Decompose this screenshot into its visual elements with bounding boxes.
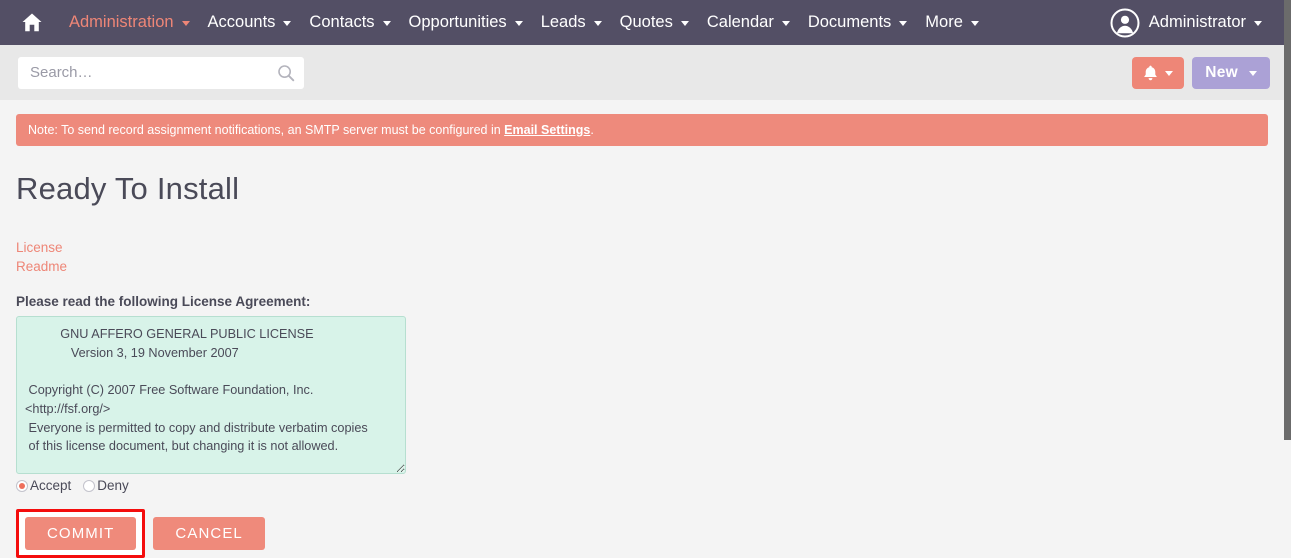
action-button-row: COMMIT CANCEL bbox=[16, 509, 1284, 558]
chevron-down-icon bbox=[593, 21, 602, 26]
nav-item-documents[interactable]: Documents bbox=[799, 0, 916, 45]
nav-item-label: Calendar bbox=[706, 13, 774, 31]
license-agreement-textarea[interactable] bbox=[16, 316, 406, 474]
notifications-button[interactable] bbox=[1132, 56, 1185, 89]
chevron-down-icon bbox=[680, 21, 689, 26]
nav-item-contacts[interactable]: Contacts bbox=[300, 0, 399, 45]
alert-text-after: . bbox=[590, 123, 594, 137]
nav-item-label: Quotes bbox=[619, 13, 673, 31]
chevron-down-icon bbox=[1165, 71, 1174, 76]
chevron-down-icon bbox=[283, 21, 292, 26]
new-button[interactable]: New bbox=[1192, 56, 1270, 89]
deny-radio[interactable] bbox=[83, 479, 96, 492]
nav-item-list: Administration Accounts Contacts Opportu… bbox=[60, 0, 1110, 45]
nav-item-label: Administration bbox=[69, 13, 174, 31]
user-menu-label: Administrator bbox=[1148, 13, 1246, 31]
user-menu[interactable]: Administrator bbox=[1110, 0, 1284, 45]
nav-item-label: Leads bbox=[540, 13, 586, 31]
nav-item-leads[interactable]: Leads bbox=[532, 0, 611, 45]
accept-radio[interactable] bbox=[16, 479, 28, 492]
avatar-icon bbox=[1110, 8, 1140, 37]
nav-item-quotes[interactable]: Quotes bbox=[611, 0, 698, 45]
search-input[interactable] bbox=[18, 56, 304, 89]
deny-radio-option[interactable]: Deny bbox=[83, 478, 129, 493]
accept-radio-option[interactable]: Accept bbox=[16, 478, 71, 493]
nav-item-label: Opportunities bbox=[408, 13, 507, 31]
license-link[interactable]: License bbox=[16, 238, 1284, 257]
license-decision-radio-group: Accept Deny bbox=[16, 478, 1284, 493]
commit-button-highlight: COMMIT bbox=[16, 509, 146, 558]
nav-item-calendar[interactable]: Calendar bbox=[698, 0, 799, 45]
chevron-down-icon bbox=[899, 21, 908, 26]
alert-text-before: Note: To send record assignment notifica… bbox=[28, 123, 505, 137]
search-toolbar: New bbox=[0, 45, 1284, 100]
cancel-button[interactable]: CANCEL bbox=[153, 517, 265, 550]
chevron-down-icon bbox=[181, 21, 190, 26]
nav-item-label: More bbox=[925, 13, 963, 31]
doc-link-list: License Readme bbox=[16, 238, 1284, 276]
deny-radio-label: Deny bbox=[97, 478, 129, 493]
readme-link[interactable]: Readme bbox=[16, 257, 1284, 276]
nav-item-label: Documents bbox=[807, 13, 892, 31]
chevron-down-icon bbox=[514, 21, 523, 26]
chevron-down-icon bbox=[781, 21, 790, 26]
nav-item-administration[interactable]: Administration bbox=[60, 0, 199, 45]
nav-item-accounts[interactable]: Accounts bbox=[199, 0, 301, 45]
top-navbar: Administration Accounts Contacts Opportu… bbox=[0, 0, 1284, 45]
nav-item-label: Accounts bbox=[207, 13, 276, 31]
chevron-down-icon bbox=[1249, 71, 1257, 76]
email-settings-link[interactable]: Email Settings bbox=[504, 123, 590, 137]
home-icon[interactable] bbox=[14, 0, 50, 45]
nav-item-label: Contacts bbox=[309, 13, 375, 31]
main-content: Note: To send record assignment notifica… bbox=[0, 114, 1284, 558]
page-title: Ready To Install bbox=[16, 171, 240, 206]
toolbar-actions: New bbox=[1132, 56, 1270, 89]
page-scrollbar-thumb[interactable] bbox=[1284, 0, 1291, 440]
nav-item-more[interactable]: More bbox=[916, 0, 988, 45]
search-box bbox=[18, 56, 304, 89]
new-button-label: New bbox=[1205, 63, 1238, 81]
nav-item-opportunities[interactable]: Opportunities bbox=[400, 0, 532, 45]
smtp-alert-banner: Note: To send record assignment notifica… bbox=[16, 114, 1268, 146]
commit-button[interactable]: COMMIT bbox=[25, 517, 137, 550]
chevron-down-icon bbox=[970, 21, 979, 26]
chevron-down-icon bbox=[1254, 21, 1262, 26]
license-agreement-label: Please read the following License Agreem… bbox=[16, 294, 311, 309]
chevron-down-icon bbox=[382, 21, 391, 26]
page-scrollbar-track[interactable] bbox=[1284, 0, 1291, 558]
accept-radio-label: Accept bbox=[30, 478, 72, 493]
bell-icon bbox=[1144, 65, 1158, 80]
